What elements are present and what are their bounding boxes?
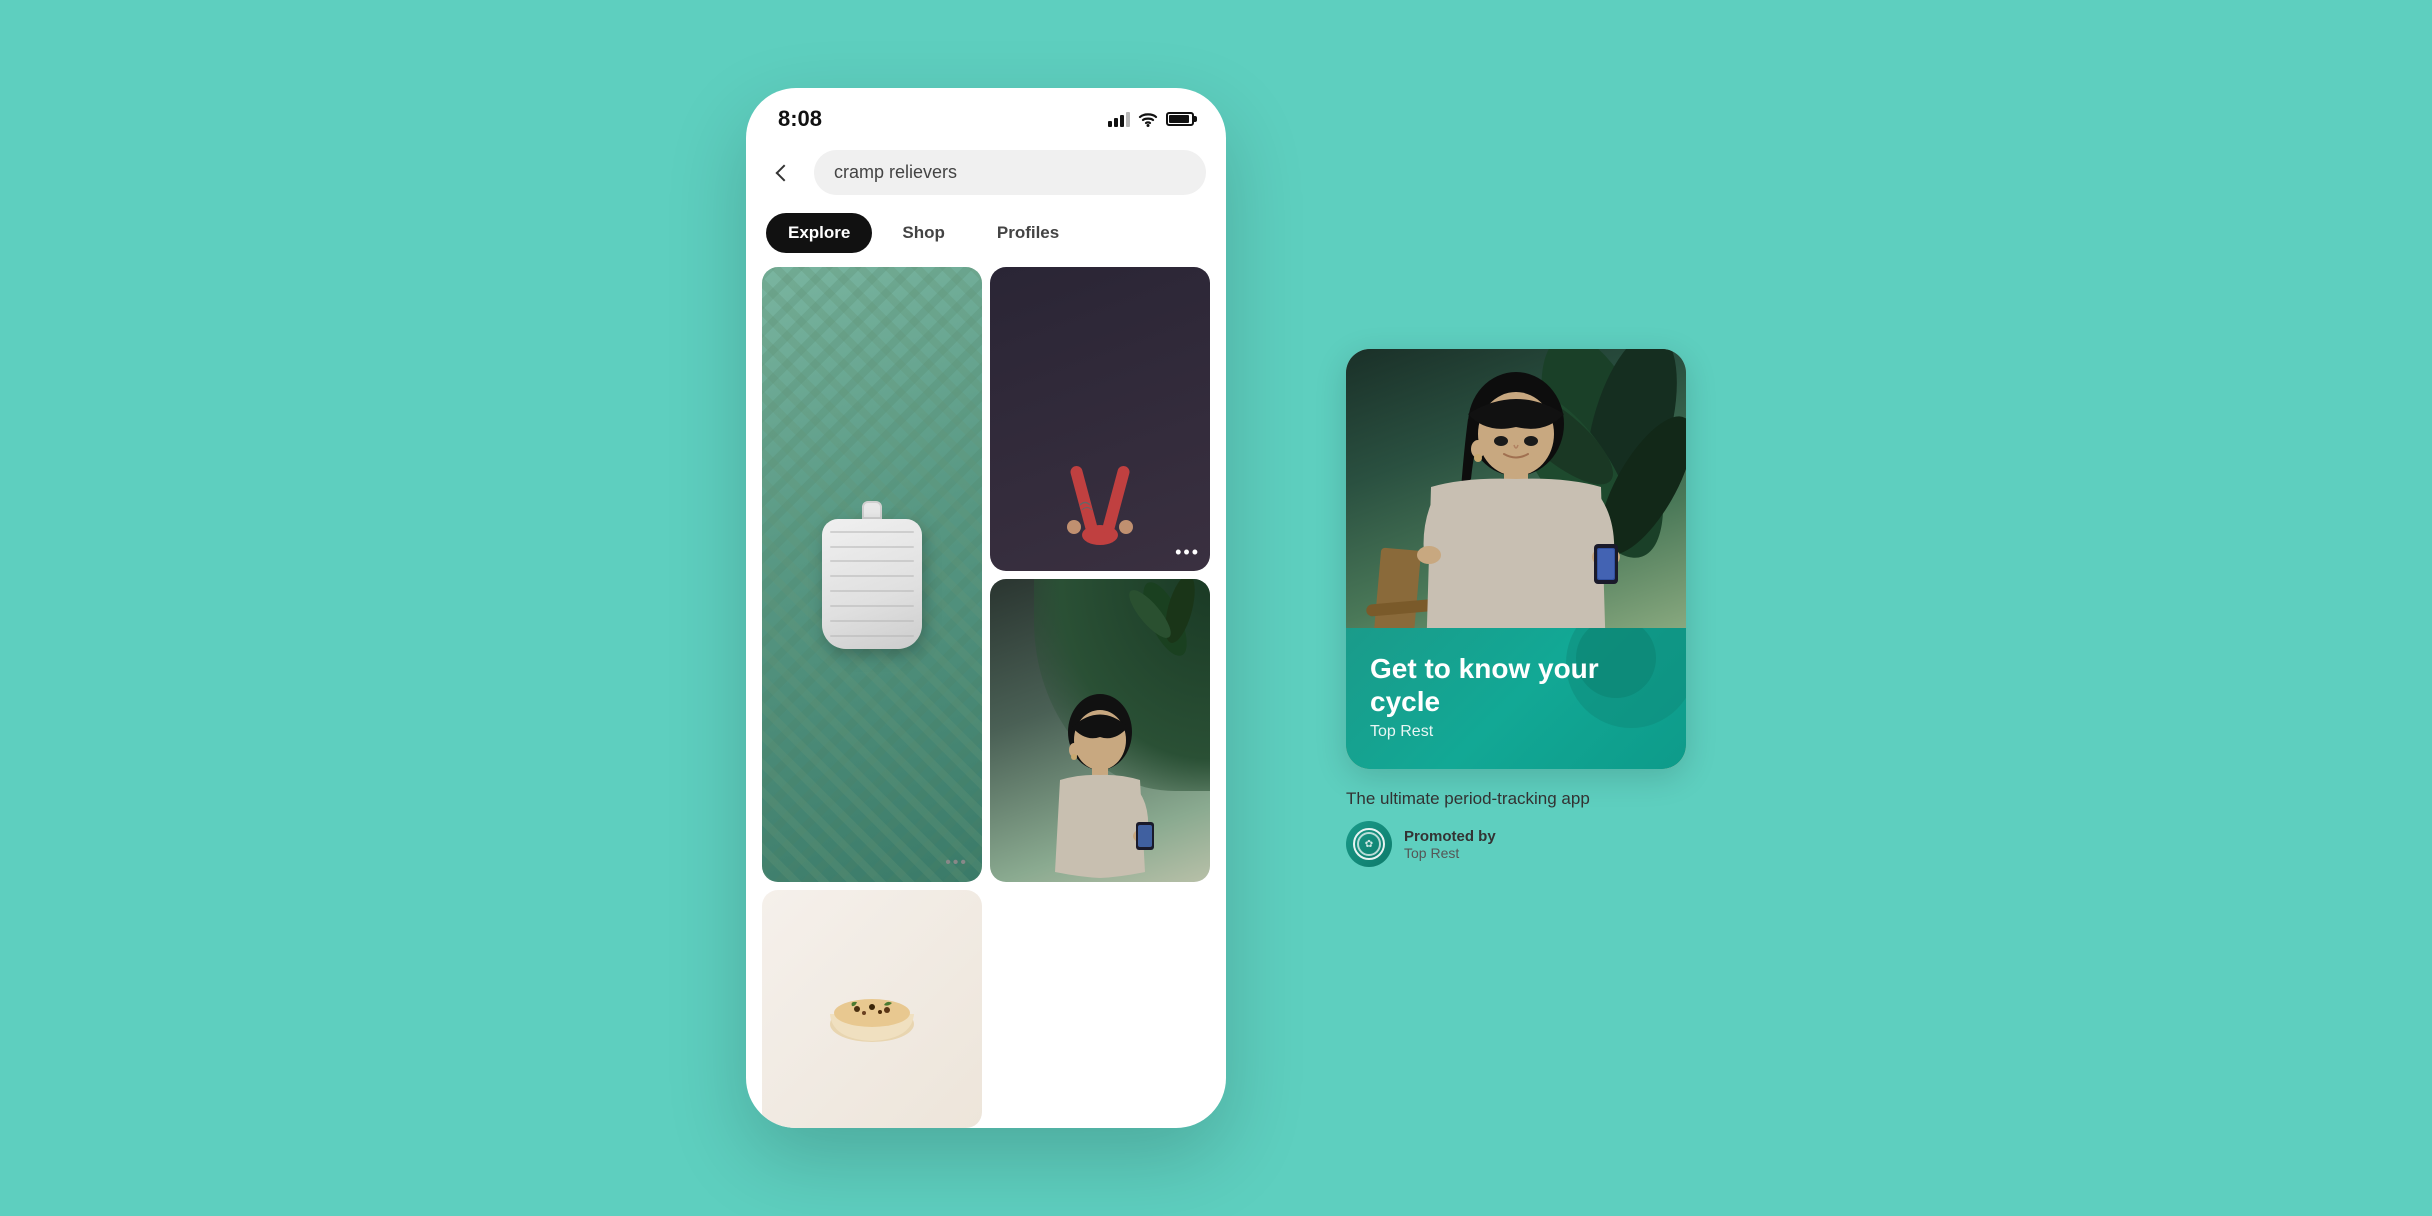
ad-card-container: Get to know your cycle Top Rest The ulti…	[1346, 349, 1686, 867]
mandala-icon	[1353, 828, 1385, 860]
ad-info: The ultimate period-tracking app Promote…	[1346, 789, 1686, 867]
tab-bar: Explore Shop Profiles	[746, 209, 1226, 267]
plant-leaves-icon	[1125, 579, 1205, 669]
content-grid: ••• •••	[746, 267, 1226, 1128]
wifi-icon	[1138, 111, 1158, 127]
promoted-by-text: Promoted by Top Rest	[1404, 828, 1496, 861]
phone-mockup: 8:08 cramp relievers	[746, 88, 1226, 1128]
woman-figure-icon	[1030, 692, 1170, 882]
status-time: 8:08	[778, 106, 822, 132]
more-options-icon-yoga[interactable]: •••	[1175, 542, 1200, 563]
promoted-row: Promoted by Top Rest	[1346, 821, 1686, 867]
ad-card-image: Get to know your cycle Top Rest	[1346, 349, 1686, 769]
ad-card-banner: Get to know your cycle Top Rest	[1346, 628, 1686, 769]
promoted-by-label: Promoted by	[1404, 828, 1496, 845]
ad-card[interactable]: Get to know your cycle Top Rest	[1346, 349, 1686, 769]
ad-subtitle: Top Rest	[1370, 723, 1662, 741]
back-arrow-icon	[776, 164, 793, 181]
food-bowl-icon	[822, 969, 922, 1049]
back-button[interactable]	[766, 155, 802, 191]
grid-item-hot-water-bottle[interactable]: •••	[762, 267, 982, 882]
search-bar[interactable]: cramp relievers	[814, 150, 1206, 195]
more-options-icon-hwb[interactable]: •••	[945, 854, 968, 872]
tab-shop[interactable]: Shop	[880, 213, 967, 253]
tab-explore[interactable]: Explore	[766, 213, 872, 253]
tab-profiles[interactable]: Profiles	[975, 213, 1081, 253]
grid-item-yoga[interactable]: •••	[990, 267, 1210, 571]
signal-icon	[1108, 111, 1130, 127]
status-bar: 8:08	[746, 88, 1226, 142]
status-icons	[1108, 111, 1194, 127]
grid-item-food[interactable]	[762, 890, 982, 1128]
grid-item-woman[interactable]	[990, 579, 1210, 883]
promoted-by-name: Top Rest	[1404, 845, 1496, 861]
search-area: cramp relievers	[746, 142, 1226, 209]
ad-title: Get to know your cycle	[1370, 652, 1662, 719]
brand-logo	[1346, 821, 1392, 867]
battery-icon	[1166, 112, 1194, 126]
yoga-pose-icon	[1060, 445, 1140, 555]
ad-description: The ultimate period-tracking app	[1346, 789, 1686, 809]
search-query: cramp relievers	[834, 162, 957, 183]
